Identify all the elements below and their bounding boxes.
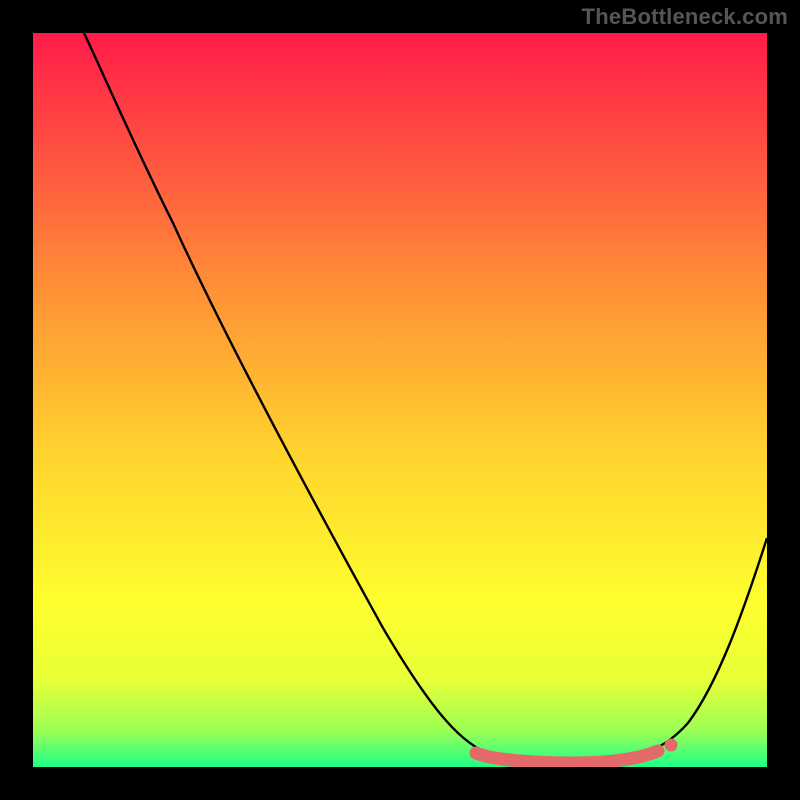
optimal-zone-highlight [476, 751, 658, 763]
bottleneck-curve-line [84, 33, 767, 763]
optimal-zone-end-dot [665, 739, 678, 752]
chart-frame: TheBottleneck.com [0, 0, 800, 800]
attribution-label: TheBottleneck.com [582, 4, 788, 30]
plot-area [33, 33, 767, 767]
chart-svg [33, 33, 767, 767]
